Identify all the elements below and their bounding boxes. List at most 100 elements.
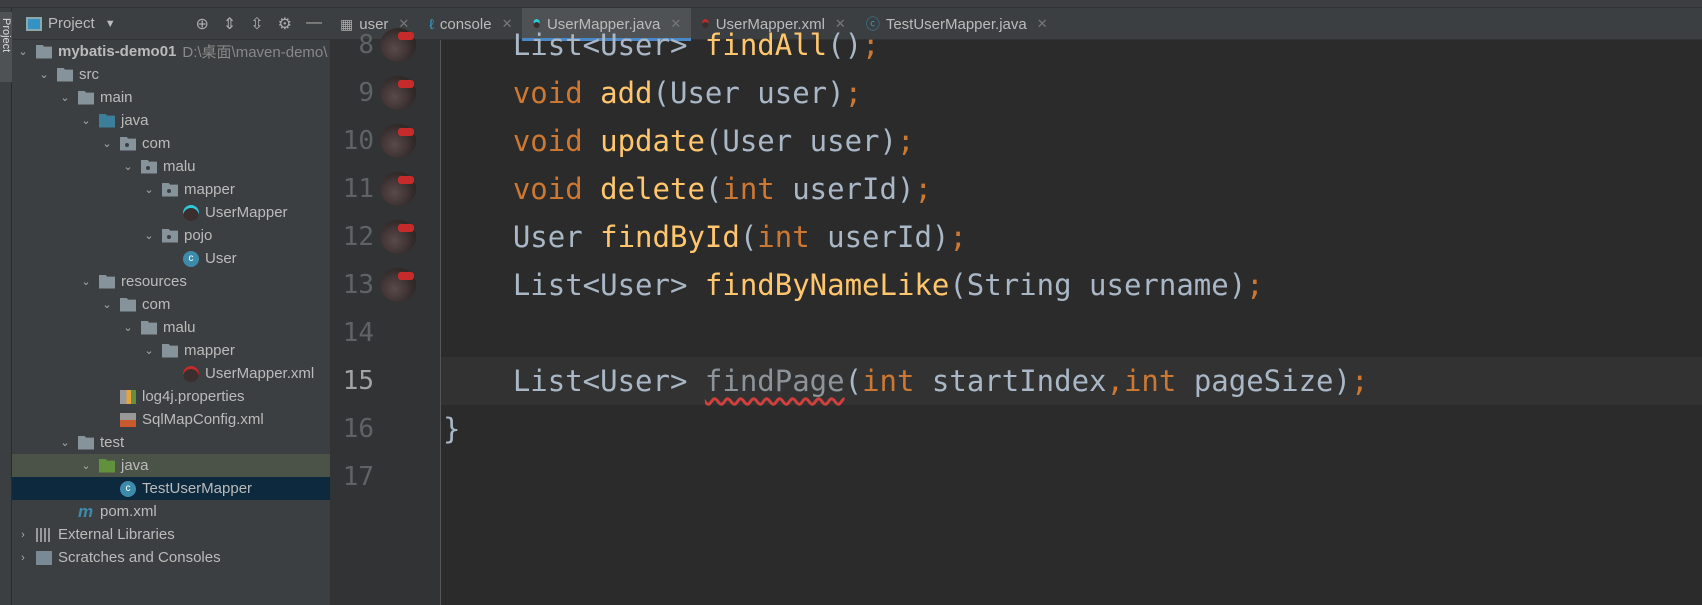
code-line: } xyxy=(443,405,460,453)
code-token: ; xyxy=(896,124,915,158)
gear-icon[interactable]: ⚙ xyxy=(278,14,292,34)
mybatis-navigate-icon[interactable] xyxy=(380,28,416,62)
chevron-down-icon[interactable]: ⌄ xyxy=(79,114,93,127)
tree-item-label: Scratches and Consoles xyxy=(58,549,221,566)
chevron-down-icon[interactable]: ▼ xyxy=(105,18,116,30)
tree-item-label: log4j.properties xyxy=(142,388,245,405)
code-token: void xyxy=(443,172,601,206)
tree-item-label: test xyxy=(100,434,125,451)
tree-item-label: mapper xyxy=(184,342,235,359)
chevron-down-icon[interactable]: ⌄ xyxy=(79,275,93,288)
folder-icon xyxy=(141,320,157,335)
chevron-right-icon[interactable]: › xyxy=(16,529,30,541)
mybatis-navigate-icon[interactable] xyxy=(380,172,416,206)
chevron-down-icon[interactable]: ⌄ xyxy=(121,321,135,334)
tree-item[interactable]: ⌄ mapper xyxy=(12,339,330,362)
chevron-down-icon[interactable]: ⌄ xyxy=(142,229,156,242)
chevron-down-icon[interactable]: ⌄ xyxy=(121,160,135,173)
tree-item-label: mapper xyxy=(184,181,235,198)
expand-all-icon[interactable]: ⇕ xyxy=(223,14,236,34)
code-token: () xyxy=(827,28,863,62)
tree-item[interactable]: ⌄ pojo xyxy=(12,224,330,247)
code-token: ; xyxy=(1350,364,1369,398)
tree-item[interactable]: ⌄ resources xyxy=(12,270,330,293)
tree-item-label: java xyxy=(121,457,149,474)
xml-icon xyxy=(120,412,136,427)
tree-item[interactable]: ⌄ java xyxy=(12,109,330,132)
tree-item-label: pojo xyxy=(184,227,213,244)
code-token: findPage xyxy=(704,364,845,398)
mybatis-navigate-icon[interactable] xyxy=(380,268,416,302)
chevron-down-icon[interactable]: ⌄ xyxy=(100,298,114,311)
tree-item[interactable]: › External Libraries xyxy=(12,523,330,546)
code-line: void delete(int userId); xyxy=(443,165,932,213)
tree-item[interactable]: ⌄ com xyxy=(12,293,330,316)
tree-item[interactable]: UserMapper.xml xyxy=(12,362,330,385)
tree-item[interactable]: UserMapper xyxy=(12,201,330,224)
project-panel-header: Project ▼ ⊕ ⇕ ⇳ ⚙ — xyxy=(12,8,330,40)
code-line: List<User> findByNameLike(String usernam… xyxy=(443,261,1264,309)
code-token: ; xyxy=(862,28,880,62)
mybatis-navigate-icon[interactable] xyxy=(380,220,416,254)
chevron-down-icon[interactable]: ⌄ xyxy=(58,91,72,104)
tree-item[interactable]: ⌄ malu xyxy=(12,316,330,339)
tree-item-label: External Libraries xyxy=(58,526,175,543)
package-icon xyxy=(162,182,178,197)
tree-item[interactable]: SqlMapConfig.xml xyxy=(12,408,330,431)
tab-testusermapper-java[interactable]: ⓒ TestUserMapper.java ✕ xyxy=(856,8,1058,40)
locate-icon[interactable]: ⊕ xyxy=(195,14,208,34)
line-number: 15 xyxy=(342,366,374,396)
code-editor[interactable]: List<User> findAll(); void add(User user… xyxy=(441,28,1702,605)
tree-item-label: malu xyxy=(163,158,196,175)
test-class-icon: c xyxy=(120,480,136,497)
tree-item[interactable]: c TestUserMapper xyxy=(12,477,330,500)
tree-item[interactable]: › Scratches and Consoles xyxy=(12,546,330,569)
tree-item-label: pom.xml xyxy=(100,503,157,520)
code-token: startIndex xyxy=(931,364,1107,398)
chevron-down-icon[interactable]: ⌄ xyxy=(142,183,156,196)
chevron-down-icon[interactable]: ⌄ xyxy=(142,344,156,357)
code-line: List<User> findAll(); xyxy=(443,21,880,69)
project-view-selector[interactable]: Project xyxy=(48,15,95,32)
mybatis-navigate-icon[interactable] xyxy=(380,76,416,110)
code-token: User xyxy=(443,220,601,254)
libraries-icon xyxy=(36,527,52,542)
code-token: int xyxy=(722,172,793,206)
chevron-down-icon[interactable]: ⌄ xyxy=(58,436,72,449)
folder-icon xyxy=(99,274,115,289)
code-token: ( xyxy=(739,220,758,254)
tree-item[interactable]: m pom.xml xyxy=(12,500,330,523)
line-number: 8 xyxy=(358,30,374,60)
tree-item[interactable]: c User xyxy=(12,247,330,270)
code-token: } xyxy=(443,412,461,446)
close-icon[interactable]: ✕ xyxy=(1037,16,1048,32)
tree-item[interactable]: ⌄ mapper xyxy=(12,178,330,201)
chevron-down-icon[interactable]: ⌄ xyxy=(100,137,114,150)
code-line: void update(User user); xyxy=(443,117,915,165)
mybatis-xml-icon xyxy=(183,365,199,382)
package-icon xyxy=(162,228,178,243)
tree-item[interactable]: ⌄ src xyxy=(12,63,330,86)
tree-item[interactable]: ⌄ malu xyxy=(12,155,330,178)
chevron-right-icon[interactable]: › xyxy=(16,552,30,564)
chevron-down-icon[interactable]: ⌄ xyxy=(79,459,93,472)
tree-item[interactable]: log4j.properties xyxy=(12,385,330,408)
collapse-all-icon[interactable]: ⇳ xyxy=(250,14,263,34)
tree-item[interactable]: ⌄ mybatis-demo01 D:\桌面\maven-demo\ xyxy=(12,40,330,63)
code-token: ,int xyxy=(1106,364,1194,398)
module-path: D:\桌面\maven-demo\ xyxy=(182,44,328,61)
hide-icon[interactable]: — xyxy=(306,14,322,34)
code-token: int xyxy=(862,364,932,398)
title-bar xyxy=(0,0,1702,8)
mybatis-navigate-icon[interactable] xyxy=(380,124,416,158)
folder-blue-icon xyxy=(99,113,115,128)
chevron-down-icon[interactable]: ⌄ xyxy=(16,45,30,58)
tree-item[interactable]: ⌄ java xyxy=(12,454,330,477)
project-tool-tab[interactable]: Project xyxy=(0,12,12,82)
chevron-down-icon[interactable]: ⌄ xyxy=(37,68,51,81)
code-token: void xyxy=(443,124,601,158)
tree-item[interactable]: ⌄ test xyxy=(12,431,330,454)
code-token: int xyxy=(757,220,828,254)
tree-item[interactable]: ⌄ main xyxy=(12,86,330,109)
tree-item[interactable]: ⌄ com xyxy=(12,132,330,155)
